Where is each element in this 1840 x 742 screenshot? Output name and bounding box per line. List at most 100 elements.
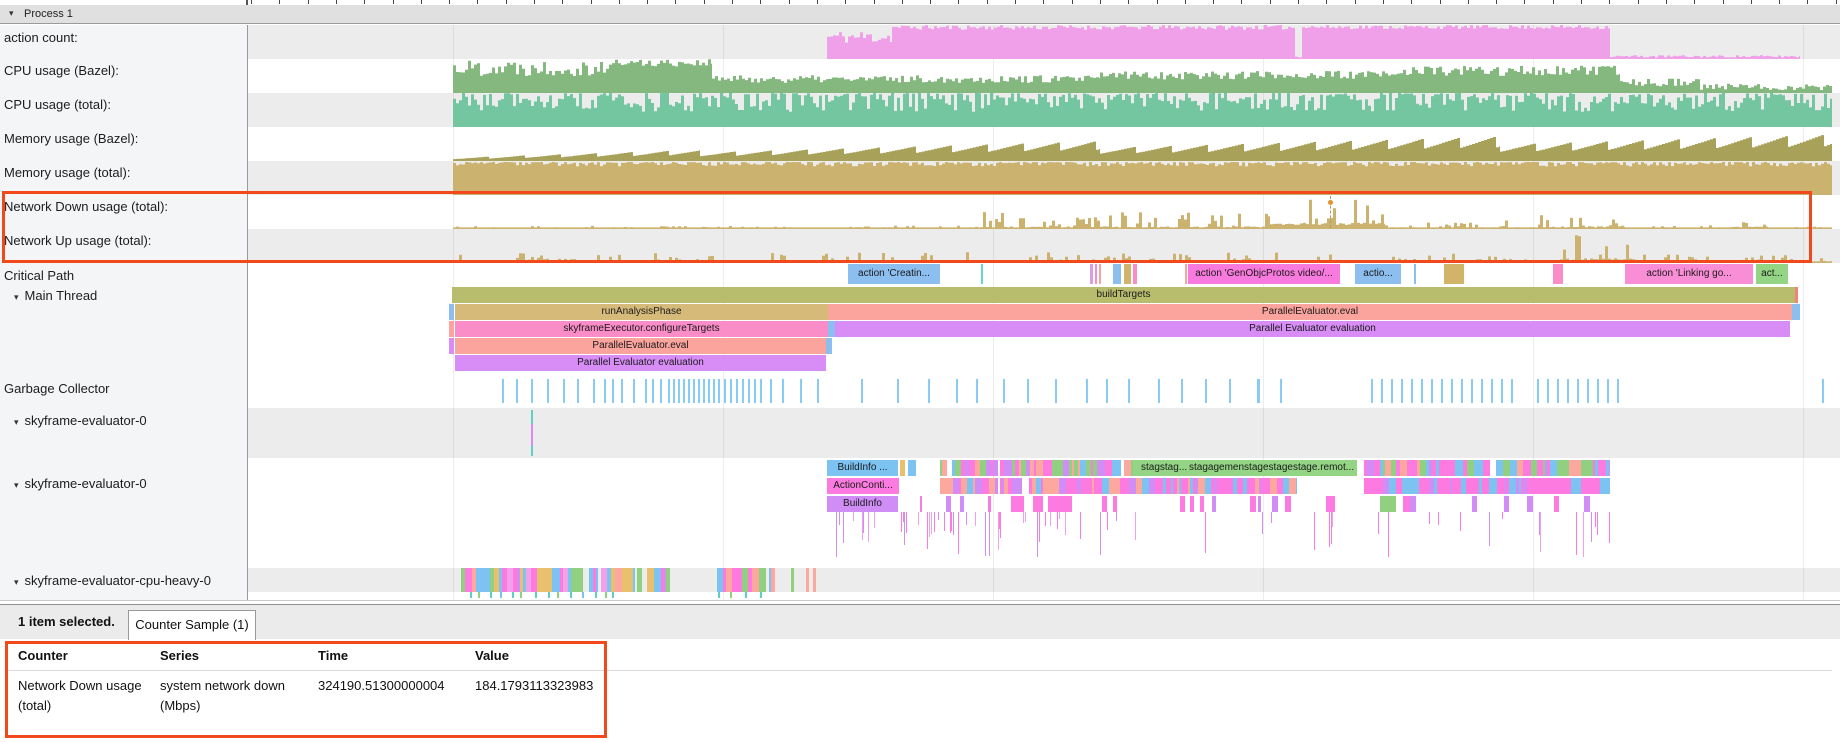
gc-tick[interactable]	[770, 379, 772, 403]
trace-slice[interactable]	[791, 568, 794, 592]
trace-slice[interactable]	[1113, 496, 1117, 512]
critical-path-block[interactable]	[1185, 264, 1187, 284]
gc-tick[interactable]	[760, 379, 762, 403]
trace-slice[interactable]	[1015, 478, 1022, 494]
trace-slice[interactable]	[483, 568, 490, 592]
trace-slice[interactable]	[633, 568, 635, 592]
flame-block[interactable]: Parallel Evaluator evaluation	[455, 355, 826, 371]
track-cpu-usage-total[interactable]	[248, 93, 1840, 127]
trace-slice[interactable]	[615, 568, 622, 592]
gc-tick[interactable]	[668, 379, 670, 403]
trace-slice[interactable]	[946, 478, 953, 494]
trace-slice[interactable]	[1037, 496, 1043, 512]
critical-path-block[interactable]	[1133, 264, 1137, 284]
trace-slice[interactable]	[1250, 496, 1256, 512]
skyframe-block[interactable]	[1048, 496, 1072, 512]
flame-block[interactable]: ParallelEvaluator.eval	[828, 304, 1792, 320]
trace-slice[interactable]	[1285, 496, 1291, 512]
gc-tick[interactable]	[693, 379, 695, 403]
trace-slice[interactable]	[1510, 460, 1517, 476]
trace-slice[interactable]	[920, 496, 922, 512]
gc-tick[interactable]	[1537, 379, 1539, 403]
flame-block[interactable]	[449, 338, 454, 354]
collapse-arrow-icon[interactable]: ▾	[14, 577, 19, 587]
trace-slice[interactable]	[1120, 478, 1127, 494]
track-label-main-thread[interactable]: ▾Main Thread	[14, 288, 97, 303]
trace-slice[interactable]	[1536, 478, 1543, 494]
skyframe-block[interactable]	[908, 460, 916, 476]
gc-tick[interactable]	[713, 379, 715, 403]
gc-tick[interactable]	[1381, 379, 1383, 403]
gc-tick[interactable]	[1055, 379, 1057, 403]
trace-slice[interactable]	[654, 568, 661, 592]
gc-tick[interactable]	[604, 379, 606, 403]
critical-path-block[interactable]	[1113, 264, 1121, 284]
skyframe-block[interactable]: ActionConti...	[827, 478, 899, 494]
gc-tick[interactable]	[1086, 379, 1088, 403]
gc-tick[interactable]	[577, 379, 579, 403]
gc-tick[interactable]	[621, 379, 623, 403]
trace-slice[interactable]	[1589, 478, 1596, 494]
gc-tick[interactable]	[645, 379, 647, 403]
flame-block[interactable]	[1795, 287, 1798, 303]
gc-tick[interactable]	[1577, 379, 1579, 403]
gc-tick[interactable]	[718, 379, 720, 403]
gc-tick[interactable]	[1451, 379, 1453, 403]
flame-block[interactable]: buildTargets	[452, 287, 1795, 303]
track-network-down-usage-total[interactable]	[248, 195, 1840, 229]
trace-slice[interactable]	[946, 496, 951, 512]
trace-slice[interactable]	[1364, 478, 1371, 494]
trace-slice[interactable]	[1333, 496, 1335, 512]
gc-tick[interactable]	[683, 379, 685, 403]
trace-slice[interactable]	[982, 478, 989, 494]
gc-tick[interactable]	[1391, 379, 1393, 403]
trace-slice[interactable]	[1102, 496, 1107, 512]
gc-tick[interactable]	[736, 379, 738, 403]
trace-slice[interactable]	[1180, 496, 1185, 512]
trace-slice[interactable]	[1129, 478, 1136, 494]
flame-block[interactable]: ParallelEvaluator.eval	[455, 338, 826, 354]
trace-slice[interactable]	[813, 568, 816, 592]
trace-slice[interactable]	[988, 496, 991, 512]
critical-path-block[interactable]: action 'Creatin...	[848, 264, 940, 284]
trace-slice[interactable]	[752, 568, 759, 592]
trace-slice[interactable]	[771, 568, 775, 592]
trace-slice[interactable]	[1400, 460, 1407, 476]
skyframe-block[interactable]: BuildInfo	[827, 496, 898, 512]
gc-tick[interactable]	[861, 379, 863, 403]
trace-slice[interactable]	[1503, 460, 1510, 476]
flame-block[interactable]	[449, 304, 454, 320]
trace-slice[interactable]	[1403, 496, 1410, 512]
gc-tick[interactable]	[1181, 379, 1183, 403]
gc-tick[interactable]	[612, 379, 614, 403]
gc-tick[interactable]	[1617, 379, 1619, 403]
trace-slice[interactable]	[666, 568, 670, 592]
trace-slice[interactable]	[1550, 460, 1557, 476]
trace-slice[interactable]	[1604, 478, 1610, 494]
gc-tick[interactable]	[633, 379, 635, 403]
gc-tick[interactable]	[652, 379, 654, 403]
gc-tick[interactable]	[742, 379, 744, 403]
trace-slice[interactable]	[1017, 496, 1024, 512]
gc-tick[interactable]	[1587, 379, 1589, 403]
critical-path-block[interactable]: actio...	[1355, 264, 1401, 284]
trace-slice[interactable]	[476, 568, 483, 592]
gc-tick[interactable]	[703, 379, 705, 403]
track-action-count[interactable]	[248, 25, 1840, 59]
gc-tick[interactable]	[1003, 379, 1005, 403]
trace-slice[interactable]	[1454, 478, 1461, 494]
gc-tick[interactable]	[673, 379, 675, 403]
trace-slice[interactable]	[942, 460, 947, 476]
gc-tick[interactable]	[1371, 379, 1373, 403]
track-network-up-usage-total[interactable]	[248, 229, 1840, 263]
trace-slice[interactable]	[995, 478, 998, 494]
trace-slice[interactable]	[1410, 496, 1416, 512]
trace-slice[interactable]	[1554, 496, 1559, 512]
gc-tick[interactable]	[1421, 379, 1423, 403]
gc-tick[interactable]	[1411, 379, 1413, 403]
collapse-arrow-icon[interactable]: ▾	[14, 480, 19, 490]
trace-slice[interactable]	[1198, 478, 1205, 494]
gc-tick[interactable]	[1257, 379, 1260, 403]
skyframe-block[interactable]	[1380, 496, 1396, 512]
gc-tick[interactable]	[563, 379, 565, 403]
